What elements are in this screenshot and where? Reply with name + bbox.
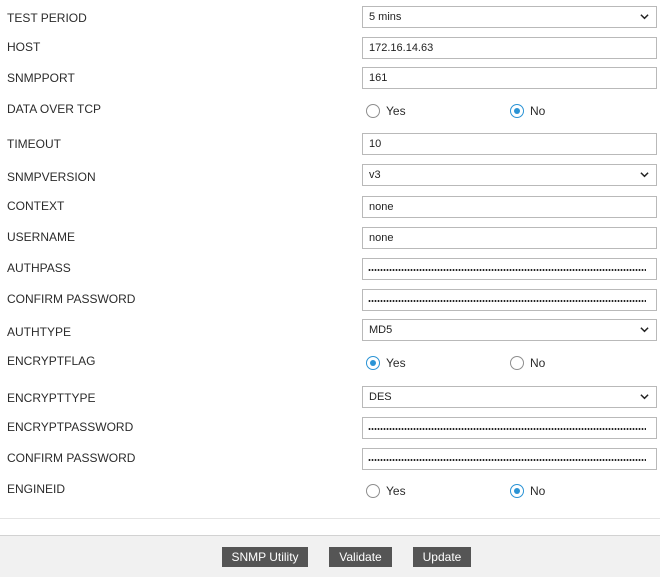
- masked-password-dots: [368, 269, 646, 271]
- encryptflag-no-radio[interactable]: No: [510, 354, 545, 372]
- snmpversion-value: v3: [369, 169, 381, 181]
- data-over-tcp-radio-group: Yes No: [366, 102, 656, 120]
- confirm-authpass-input[interactable]: [362, 289, 657, 311]
- chevron-down-icon: [640, 327, 649, 333]
- host-input[interactable]: 172.16.14.63: [362, 37, 657, 59]
- context-input[interactable]: none: [362, 196, 657, 218]
- radio-no-label: No: [530, 356, 546, 370]
- confirm-password-label: CONFIRM PASSWORD: [7, 451, 136, 465]
- timeout-value: 10: [369, 138, 382, 150]
- form-footer: SNMP Utility Validate Update: [0, 535, 660, 577]
- data-over-tcp-yes-radio[interactable]: Yes: [366, 102, 406, 120]
- engineid-label: ENGINEID: [7, 482, 66, 496]
- encryptflag-yes-radio[interactable]: Yes: [366, 354, 406, 372]
- timeout-input[interactable]: 10: [362, 133, 657, 155]
- authpass-label: AUTHPASS: [7, 261, 71, 275]
- username-value: none: [369, 232, 394, 244]
- radio-no-label: No: [530, 484, 546, 498]
- radio-off-icon: [510, 356, 524, 370]
- context-value: none: [369, 201, 394, 213]
- validate-button[interactable]: Validate: [329, 547, 392, 567]
- radio-yes-label: Yes: [386, 484, 406, 498]
- authpass-password-input[interactable]: [362, 258, 657, 280]
- encryptpassword-input[interactable]: [362, 417, 657, 439]
- masked-password-dots: [368, 459, 646, 461]
- chevron-down-icon: [640, 14, 649, 20]
- timeout-label: TIMEOUT: [7, 137, 61, 151]
- engineid-no-radio[interactable]: No: [510, 482, 545, 500]
- test-period-label: TEST PERIOD: [7, 11, 87, 25]
- masked-password-dots: [368, 428, 646, 430]
- radio-on-icon: [510, 484, 524, 498]
- snmpport-value: 161: [369, 72, 388, 84]
- snmpversion-label: SNMPVERSION: [7, 170, 96, 184]
- host-value: 172.16.14.63: [369, 42, 434, 54]
- snmpversion-select[interactable]: v3: [362, 164, 657, 186]
- radio-yes-label: Yes: [386, 356, 406, 370]
- chevron-down-icon: [640, 172, 649, 178]
- radio-on-icon: [510, 104, 524, 118]
- radio-no-label: No: [530, 104, 546, 118]
- radio-on-icon: [366, 356, 380, 370]
- confirm-password-label: CONFIRM PASSWORD: [7, 292, 136, 306]
- radio-off-icon: [366, 104, 380, 118]
- radio-off-icon: [366, 484, 380, 498]
- encrypttype-label: ENCRYPTTYPE: [7, 391, 96, 405]
- authtype-value: MD5: [369, 324, 393, 336]
- snmpport-input[interactable]: 161: [362, 67, 657, 89]
- authtype-label: AUTHTYPE: [7, 325, 72, 339]
- engineid-yes-radio[interactable]: Yes: [366, 482, 406, 500]
- radio-yes-label: Yes: [386, 104, 406, 118]
- context-label: CONTEXT: [7, 199, 65, 213]
- encrypttype-value: DES: [369, 391, 392, 403]
- snmp-config-form: TEST PERIOD 5 mins HOST 172.16.14.63 SNM…: [0, 0, 660, 519]
- data-over-tcp-label: DATA OVER TCP: [7, 102, 102, 116]
- data-over-tcp-no-radio[interactable]: No: [510, 102, 545, 120]
- encryptflag-label: ENCRYPTFLAG: [7, 354, 96, 368]
- update-button[interactable]: Update: [413, 547, 471, 567]
- snmpport-label: SNMPPORT: [7, 71, 75, 85]
- encrypttype-select[interactable]: DES: [362, 386, 657, 408]
- username-input[interactable]: none: [362, 227, 657, 249]
- encryptpassword-label: ENCRYPTPASSWORD: [7, 420, 134, 434]
- engineid-radio-group: Yes No: [366, 482, 656, 500]
- test-period-select[interactable]: 5 mins: [362, 6, 657, 28]
- encryptflag-radio-group: Yes No: [366, 354, 656, 372]
- confirm-encryptpassword-input[interactable]: [362, 448, 657, 470]
- snmp-utility-button[interactable]: SNMP Utility: [222, 547, 308, 567]
- masked-password-dots: [368, 300, 646, 302]
- username-label: USERNAME: [7, 230, 76, 244]
- authtype-select[interactable]: MD5: [362, 319, 657, 341]
- chevron-down-icon: [640, 394, 649, 400]
- host-label: HOST: [7, 40, 41, 54]
- test-period-value: 5 mins: [369, 11, 402, 23]
